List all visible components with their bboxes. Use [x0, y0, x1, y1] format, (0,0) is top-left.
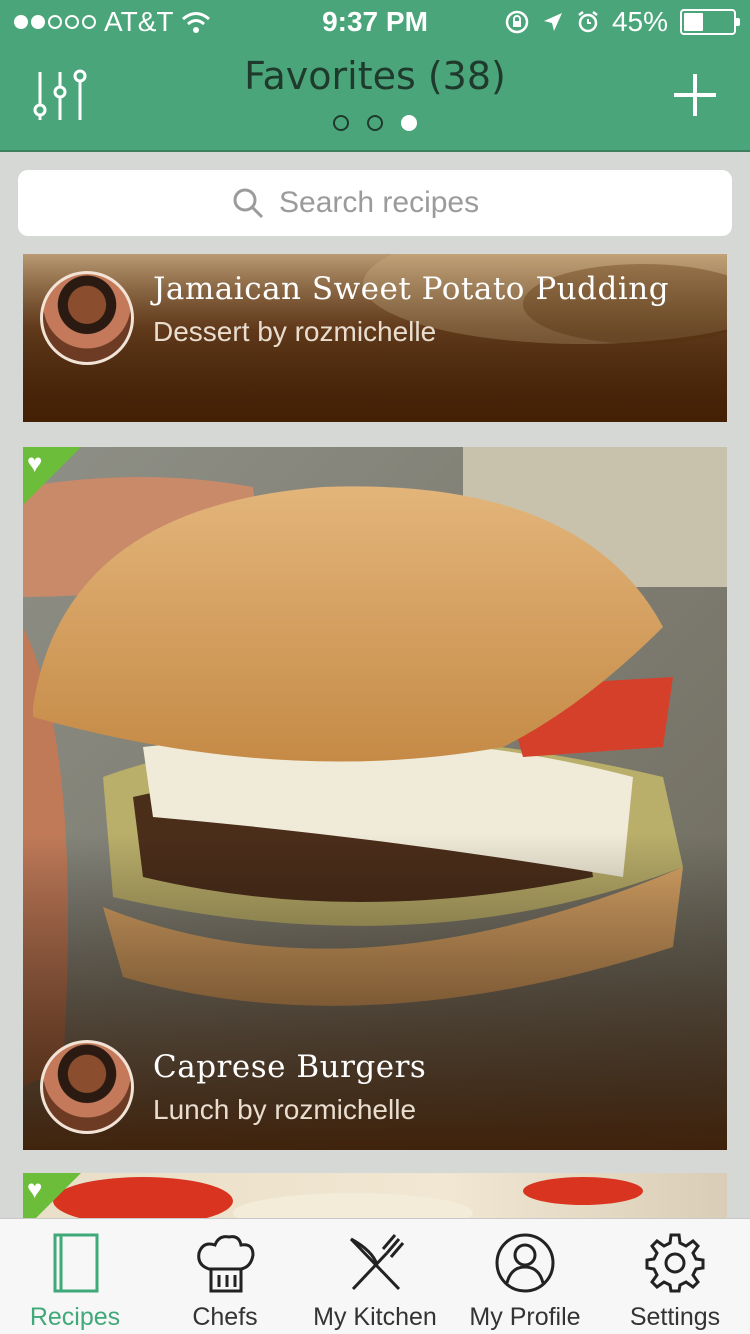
- tab-my-kitchen[interactable]: My Kitchen: [300, 1219, 450, 1334]
- alarm-icon: [578, 11, 598, 33]
- recipe-photo: [53, 1177, 643, 1218]
- fork-knife-icon: [349, 1234, 405, 1291]
- heart-icon: ♥: [27, 448, 43, 478]
- recipe-card[interactable]: ♥ Caprese Burgers Lunch by rozmichelle: [23, 447, 727, 1150]
- book-icon: [53, 1233, 99, 1293]
- tab-chefs[interactable]: Chefs: [150, 1219, 300, 1334]
- nav-bar: Favorites (38): [0, 40, 750, 152]
- status-right: 45%: [504, 6, 740, 38]
- search-bar[interactable]: [18, 170, 732, 236]
- tab-recipes[interactable]: Recipes: [0, 1219, 150, 1334]
- recipe-title: Caprese Burgers: [153, 1049, 427, 1085]
- page-dot[interactable]: [367, 115, 383, 131]
- tab-label: My Profile: [469, 1303, 581, 1331]
- recipe-card[interactable]: ♥: [23, 1173, 727, 1218]
- recipe-feed[interactable]: Jamaican Sweet Potato Pudding Dessert by…: [0, 254, 750, 1218]
- battery-percent: 45%: [611, 6, 668, 37]
- location-arrow-icon: [543, 13, 562, 31]
- chef-hat-icon: [197, 1235, 255, 1293]
- tab-label: Settings: [629, 1303, 721, 1331]
- recipe-subtitle: Lunch by rozmichelle: [153, 1094, 417, 1125]
- profile-icon: [495, 1233, 555, 1293]
- tab-label: Recipes: [29, 1303, 121, 1331]
- card-overlay: Jamaican Sweet Potato Pudding Dessert by…: [23, 268, 727, 422]
- search-input[interactable]: [279, 186, 519, 220]
- tab-label: Chefs: [192, 1303, 258, 1331]
- tab-settings[interactable]: Settings: [600, 1219, 750, 1334]
- search-icon: [233, 188, 264, 219]
- plus-icon: [674, 74, 716, 116]
- tab-my-profile[interactable]: My Profile: [450, 1219, 600, 1334]
- page-dot[interactable]: [333, 115, 349, 131]
- recipe-card[interactable]: Jamaican Sweet Potato Pudding Dessert by…: [23, 254, 727, 422]
- gear-icon: [645, 1233, 705, 1293]
- page-title: Favorites (38): [244, 54, 506, 98]
- battery-icon: [680, 9, 740, 35]
- card-overlay: Caprese Burgers Lunch by rozmichelle: [23, 1046, 727, 1126]
- recipe-title: Jamaican Sweet Potato Pudding: [153, 271, 670, 307]
- recipe-subtitle: Dessert by rozmichelle: [153, 316, 437, 347]
- add-button[interactable]: [670, 70, 720, 120]
- search-area: [0, 152, 750, 254]
- tab-label: My Kitchen: [313, 1303, 437, 1331]
- status-bar: AT&T 9:37 PM 45%: [0, 0, 750, 40]
- recipe-photo: [23, 447, 727, 1150]
- heart-icon: ♥: [27, 1174, 43, 1204]
- rotation-lock-icon: [505, 10, 529, 34]
- page-dot-active[interactable]: [401, 115, 417, 131]
- tab-bar: Recipes Chefs My Kitchen My Profile Sett…: [0, 1218, 750, 1334]
- page-indicator[interactable]: [0, 115, 750, 131]
